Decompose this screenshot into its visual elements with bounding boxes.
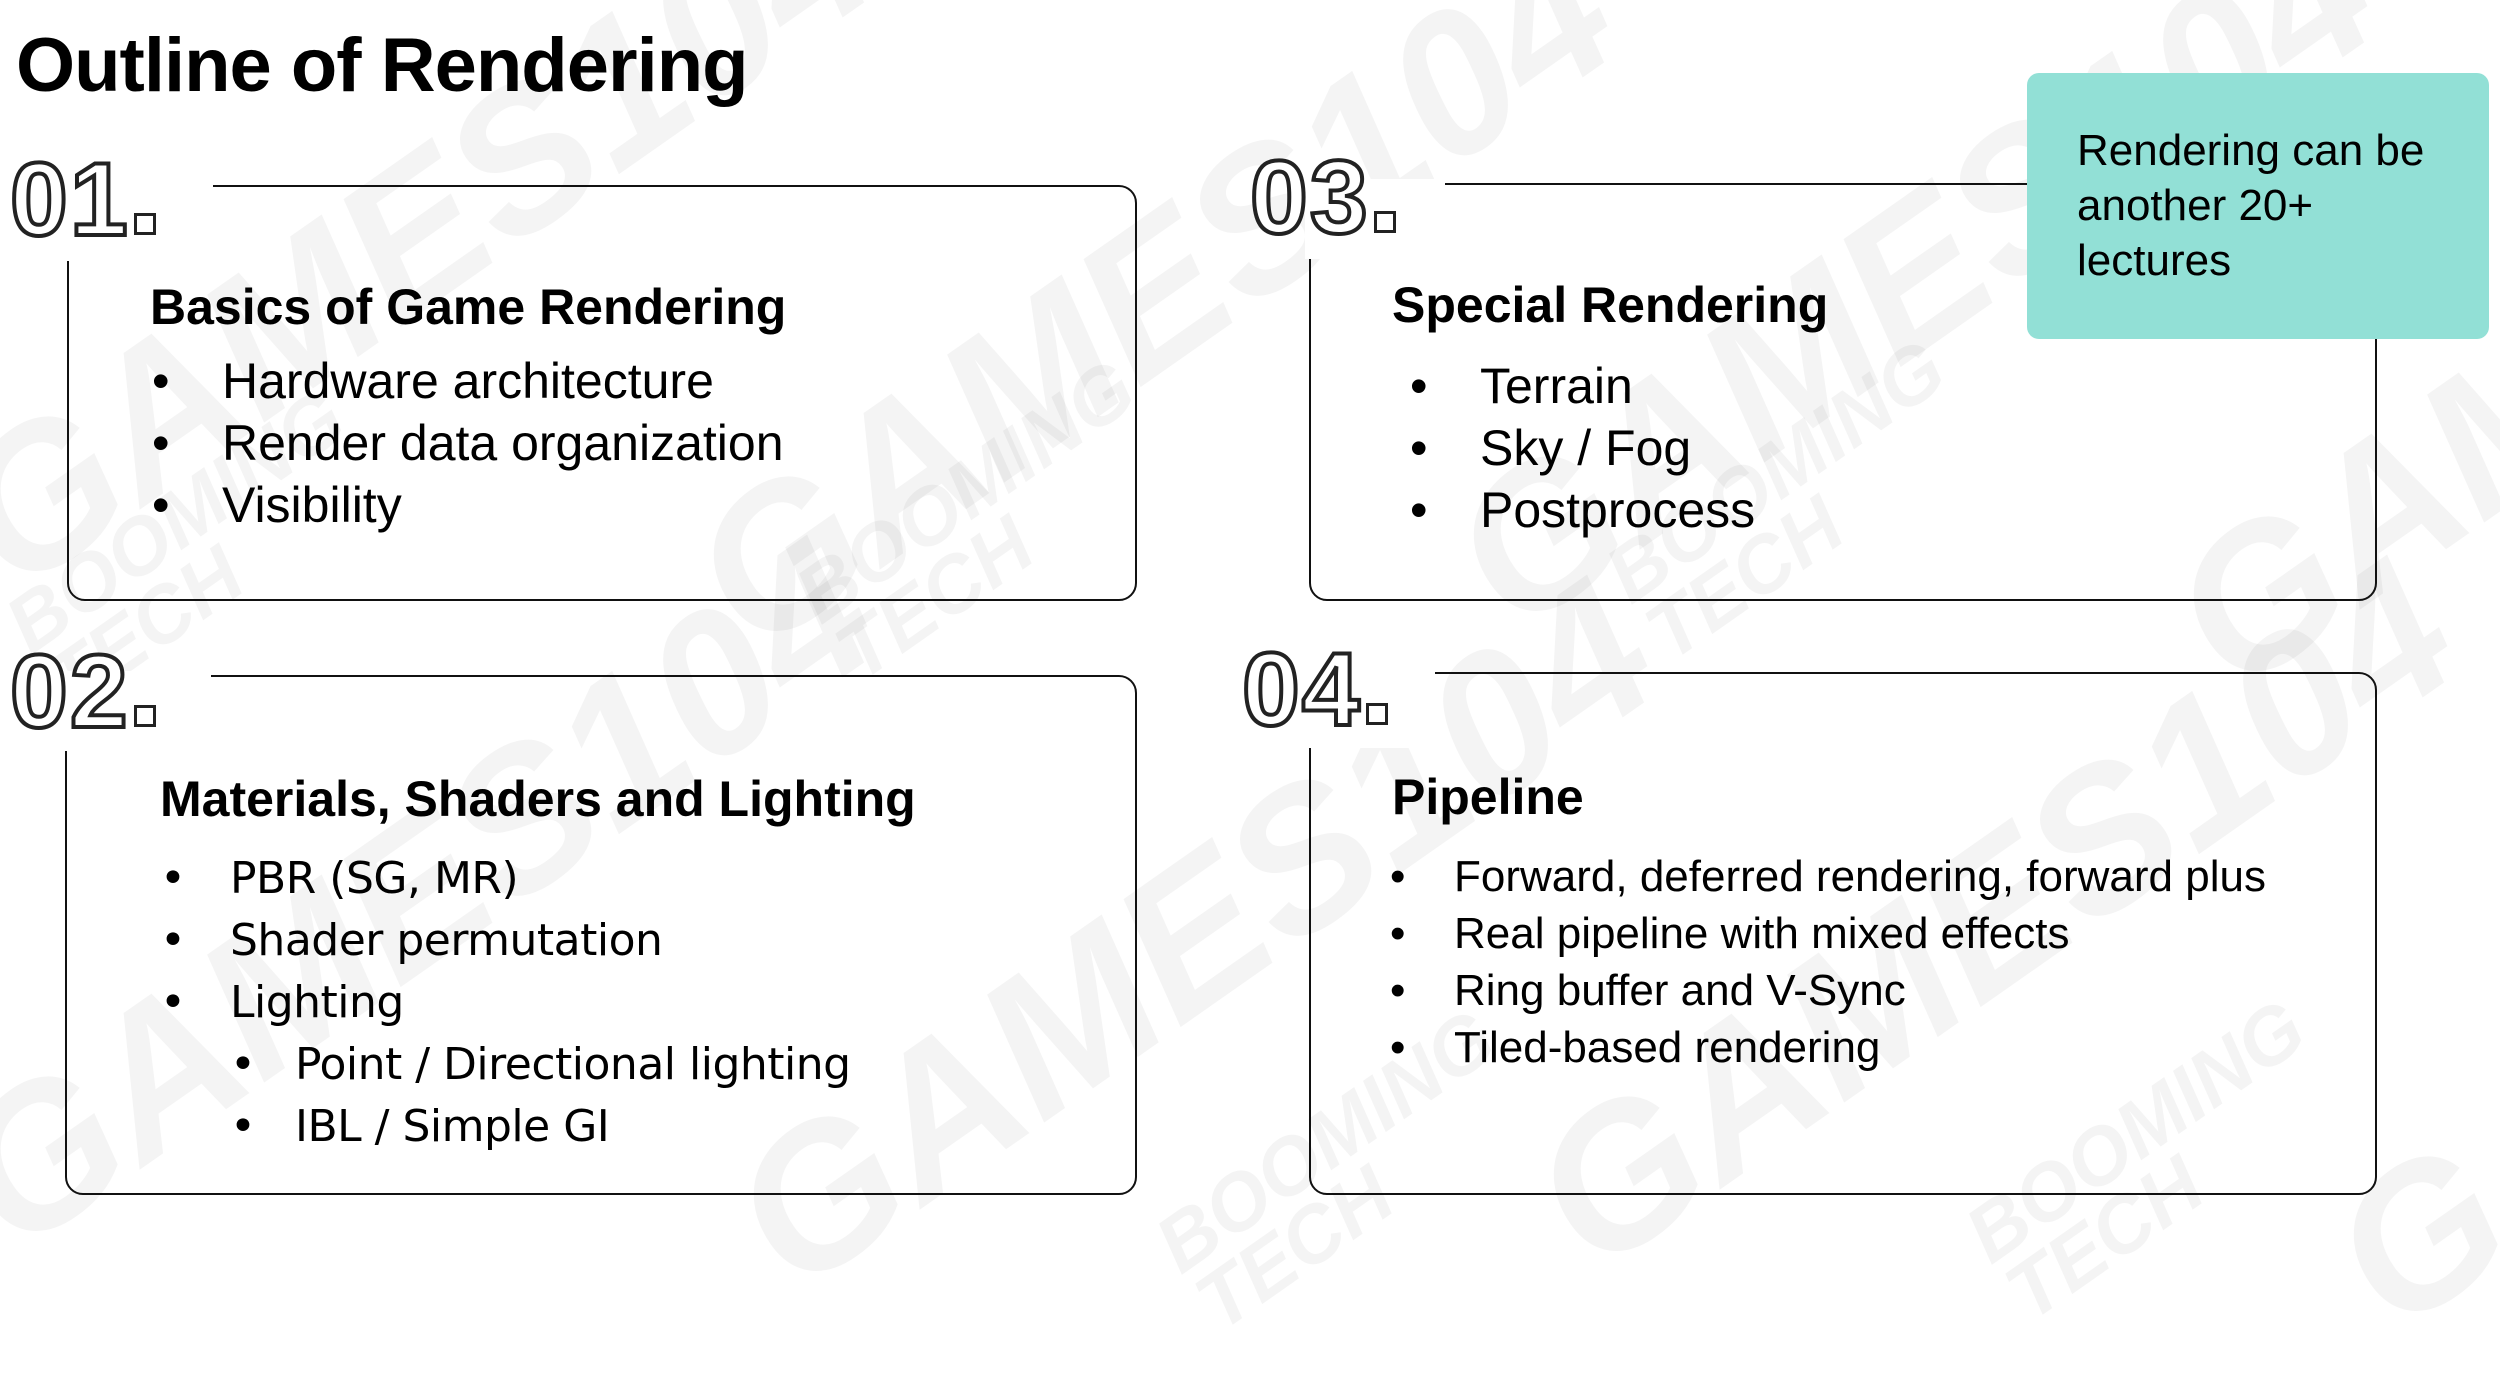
page-title: Outline of Rendering: [16, 23, 749, 108]
section-title: Special Rendering: [1392, 277, 1829, 333]
list-item-nested: IBL / Simple GI: [160, 1096, 851, 1158]
list-item: Real pipeline with mixed effects: [1390, 905, 2266, 962]
callout-note: Rendering can be another 20+ lectures: [2027, 73, 2489, 339]
callout-line: another 20+: [2077, 181, 2314, 230]
list-item: Forward, deferred rendering, forward plu…: [1390, 848, 2266, 905]
list-item: Tiled-based rendering: [1390, 1019, 2266, 1076]
list-item: Sky / Fog: [1410, 417, 1755, 479]
list-item: PBR (SG, MR): [160, 848, 851, 910]
square-dot-icon: [1365, 703, 1388, 725]
callout-line: lectures: [2077, 236, 2232, 285]
list-item-nested: Point / Directional lighting: [160, 1034, 851, 1096]
square-dot-icon: [133, 213, 156, 235]
bullet-list: Forward, deferred rendering, forward plu…: [1390, 848, 2266, 1076]
section-number-02: 02: [8, 638, 156, 746]
list-item: Ring buffer and V-Sync: [1390, 962, 2266, 1019]
list-item: Hardware architecture: [152, 350, 784, 412]
list-item: Visibility: [152, 474, 784, 536]
section-title: Basics of Game Rendering: [150, 279, 787, 335]
section-title: Materials, Shaders and Lighting: [160, 771, 916, 827]
list-item: Terrain: [1410, 355, 1755, 417]
bullet-list: Terrain Sky / Fog Postprocess: [1410, 355, 1755, 541]
section-title: Pipeline: [1392, 769, 1584, 825]
section-number-03: 03: [1248, 144, 1396, 252]
list-item: Shader permutation: [160, 910, 851, 972]
square-dot-icon: [133, 705, 156, 727]
callout-line: Rendering can be: [2077, 126, 2425, 175]
square-dot-icon: [1373, 211, 1396, 233]
section-number-01: 01: [8, 146, 156, 254]
bullet-list: Hardware architecture Render data organi…: [152, 350, 784, 536]
list-item: Postprocess: [1410, 479, 1755, 541]
list-item: Lighting: [160, 972, 851, 1034]
bullet-list: PBR (SG, MR) Shader permutation Lighting…: [160, 848, 851, 1158]
section-number-04: 04: [1240, 636, 1388, 744]
list-item: Render data organization: [152, 412, 784, 474]
